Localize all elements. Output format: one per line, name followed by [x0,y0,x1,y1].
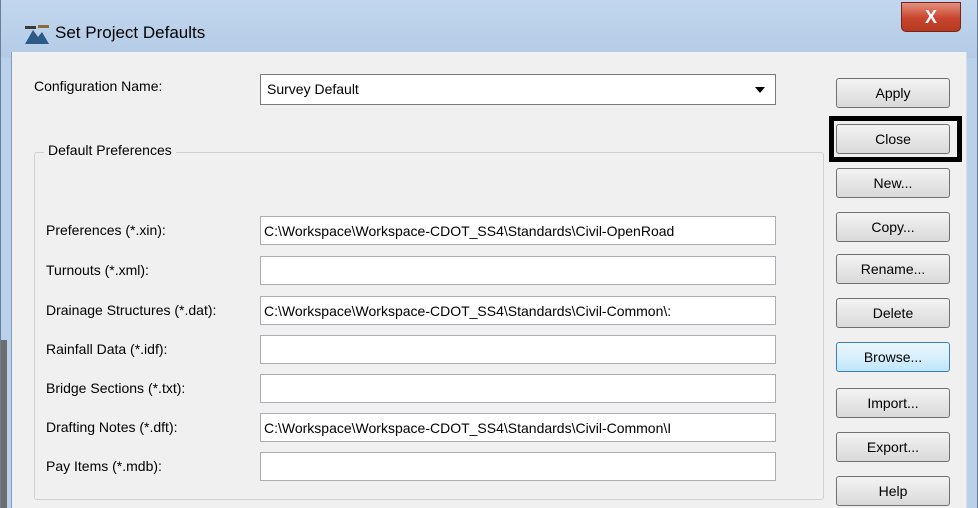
help-button[interactable]: Help [836,476,950,506]
rename-button[interactable]: Rename... [836,254,950,284]
window-title: Set Project Defaults [55,23,206,42]
pay-items-field[interactable] [260,452,776,481]
app-icon [25,25,49,44]
default-preferences-group [34,152,824,500]
drainage-structures-field[interactable]: C:\Workspace\Workspace-CDOT_SS4\Standard… [260,296,776,325]
new-button[interactable]: New... [836,168,950,198]
turnouts-field[interactable] [260,256,776,285]
copy-button[interactable]: Copy... [836,212,950,242]
drainage-structures-label: Drainage Structures (*.dat): [46,302,217,318]
preferences-field[interactable]: C:\Workspace\Workspace-CDOT_SS4\Standard… [260,216,776,245]
config-name-label: Configuration Name: [34,78,163,94]
apply-button[interactable]: Apply [836,78,950,108]
left-edge-bar [1,340,7,508]
drafting-notes-field[interactable]: C:\Workspace\Workspace-CDOT_SS4\Standard… [260,413,776,442]
config-name-dropdown[interactable]: Survey Default [260,74,776,105]
close-window-button[interactable]: X [901,2,961,32]
bridge-sections-label: Bridge Sections (*.txt): [46,380,186,396]
rainfall-data-field[interactable] [260,335,776,364]
import-button[interactable]: Import... [836,388,950,418]
delete-button[interactable]: Delete [836,298,950,328]
pay-items-label: Pay Items (*.mdb): [46,458,162,474]
browse-button[interactable]: Browse... [836,342,950,372]
config-name-value: Survey Default [267,81,359,97]
rainfall-data-label: Rainfall Data (*.idf): [46,341,168,357]
turnouts-label: Turnouts (*.xml): [46,262,149,278]
default-preferences-title: Default Preferences [44,142,176,158]
export-button[interactable]: Export... [836,432,950,462]
chevron-down-icon[interactable] [755,87,765,93]
bridge-sections-field[interactable] [260,374,776,403]
drafting-notes-label: Drafting Notes (*.dft): [46,419,178,435]
title-bar: Set Project Defaults X [1,0,977,58]
close-button-highlight-box [829,116,962,162]
preferences-label: Preferences (*.xin): [46,222,166,238]
